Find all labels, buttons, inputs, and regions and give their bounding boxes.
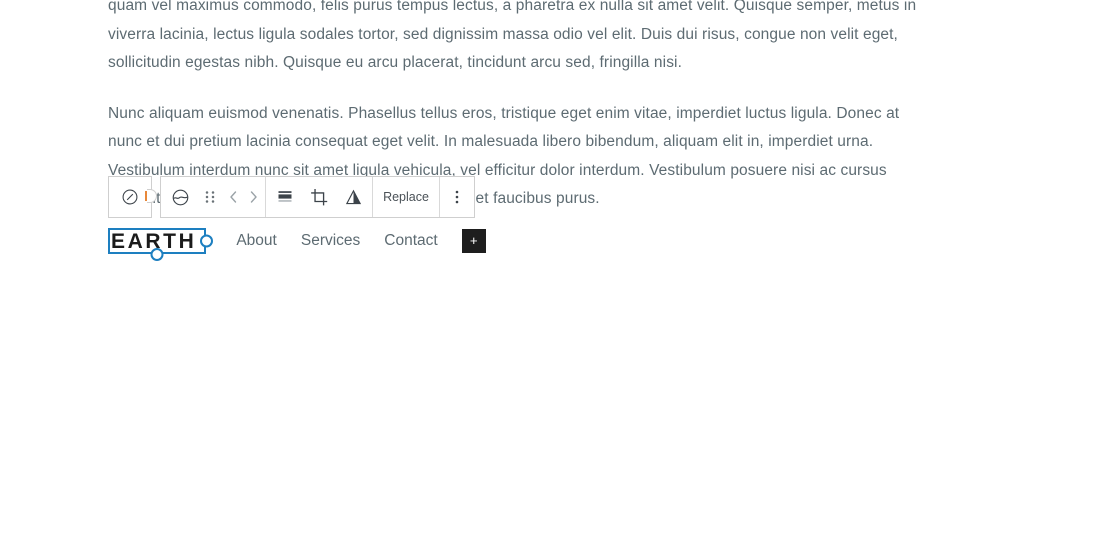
toolbar-pointer-nub	[145, 189, 157, 203]
resize-handle-bottom[interactable]	[150, 248, 164, 261]
move-block-up-icon[interactable]	[223, 177, 243, 217]
nav-item-contact[interactable]: Contact	[372, 232, 449, 250]
drag-handle-icon[interactable]	[197, 177, 223, 217]
align-icon[interactable]	[268, 177, 302, 217]
toolbar-group-more	[440, 177, 474, 217]
paragraph[interactable]: quam vel maximus commodo, felis purus te…	[108, 0, 918, 78]
replace-button[interactable]: Replace	[375, 177, 437, 217]
select-parent-block-button[interactable]	[108, 176, 157, 218]
move-block-down-icon[interactable]	[243, 177, 263, 217]
nav-item-services[interactable]: Services	[289, 232, 372, 250]
toolbar-group-format	[266, 177, 373, 217]
parent-block-icon	[120, 187, 140, 207]
toolbar-group-block	[161, 177, 266, 217]
block-toolbar: Replace	[108, 176, 475, 218]
block-toolbar-main: Replace	[160, 176, 475, 218]
add-block-button[interactable]: +	[461, 229, 486, 253]
crop-icon[interactable]	[302, 177, 336, 217]
nav-links: About Services Contact +	[224, 229, 486, 253]
toolbar-group-replace: Replace	[373, 177, 440, 217]
site-logo-selected[interactable]: EARTH	[108, 228, 214, 261]
block-type-image-icon[interactable]	[163, 177, 197, 217]
duotone-filter-icon[interactable]	[336, 177, 370, 217]
resize-handle-right[interactable]	[200, 234, 214, 248]
site-header-nav: EARTH About Services Contact +	[108, 226, 486, 261]
nav-item-about[interactable]: About	[224, 232, 289, 250]
more-options-icon[interactable]	[442, 177, 472, 217]
